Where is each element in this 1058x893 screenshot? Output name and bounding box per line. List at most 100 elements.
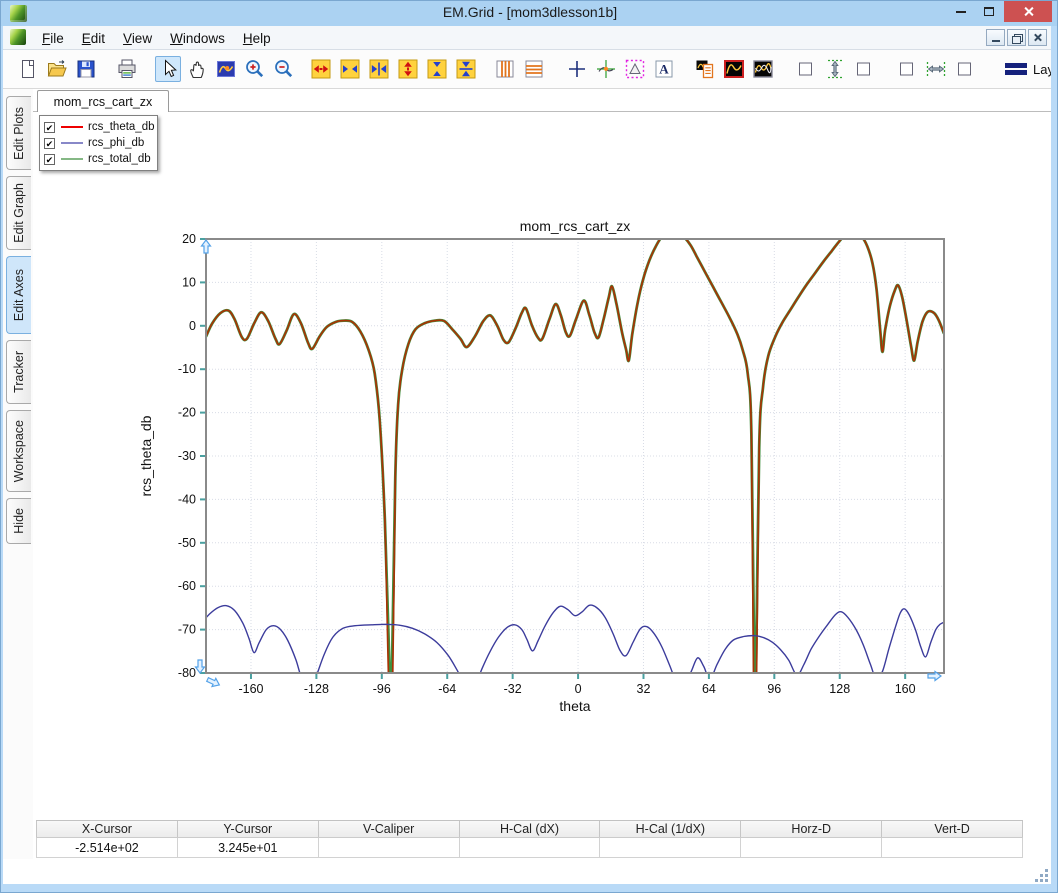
legend-panel: ✔rcs_theta_db✔rcs_phi_db✔rcs_total_db bbox=[39, 115, 158, 171]
vertical-grid-button[interactable] bbox=[492, 56, 518, 82]
legend-checkbox[interactable]: ✔ bbox=[44, 138, 55, 149]
sidebar-tab-edit-plots[interactable]: Edit Plots bbox=[6, 96, 31, 170]
crosshair-cursor-button[interactable] bbox=[564, 56, 590, 82]
window-maximize-button[interactable] bbox=[975, 1, 1003, 22]
v-expand-icon bbox=[396, 57, 420, 81]
child-close-button[interactable] bbox=[1028, 29, 1047, 46]
document-tab-label: mom_rcs_cart_zx bbox=[54, 95, 153, 109]
pan-tool-button[interactable] bbox=[184, 56, 210, 82]
h-in-icon bbox=[338, 57, 362, 81]
legend-line-sample bbox=[61, 126, 83, 128]
open-file-button[interactable] bbox=[44, 56, 70, 82]
sidebar-tab-hide[interactable]: Hide bbox=[6, 498, 31, 544]
cursor-icon bbox=[156, 57, 180, 81]
distribute-horizontal-button[interactable] bbox=[923, 56, 949, 82]
sidebar-tab-tracker[interactable]: Tracker bbox=[6, 340, 31, 404]
status-header-h-cal-dx-: H-Cal (dX) bbox=[460, 821, 601, 837]
compress-x-axis-button[interactable] bbox=[337, 56, 363, 82]
statusbar-headers: X-CursorY-CursorV-CaliperH-Cal (dX)H-Cal… bbox=[36, 820, 1023, 838]
v-mid-icon bbox=[454, 57, 478, 81]
open-icon bbox=[45, 57, 69, 81]
mdi-window-controls bbox=[986, 29, 1047, 46]
window-minimize-button[interactable] bbox=[947, 1, 975, 22]
status-value-x-cursor: -2.514e+02 bbox=[36, 838, 178, 858]
child-restore-button[interactable] bbox=[1007, 29, 1026, 46]
close-icon bbox=[1023, 6, 1034, 17]
sidebar-tab-label: Edit Graph bbox=[12, 183, 26, 243]
hdist-icon bbox=[924, 57, 948, 81]
menu-list: FileEditViewWindowsHelp bbox=[33, 26, 280, 50]
expand-x-axis-button[interactable] bbox=[308, 56, 334, 82]
menu-view[interactable]: View bbox=[114, 28, 161, 49]
textA-icon: A bbox=[652, 57, 676, 81]
save-icon bbox=[74, 57, 98, 81]
status-value-h-cal-dx- bbox=[460, 838, 601, 858]
plot-style-multi-button[interactable] bbox=[750, 56, 776, 82]
svg-text:A: A bbox=[659, 62, 669, 77]
status-value-y-cursor: 3.245e+01 bbox=[178, 838, 319, 858]
align-box-right-button[interactable] bbox=[851, 56, 877, 82]
zoom-window-tool-button[interactable] bbox=[213, 56, 239, 82]
layout-button[interactable]: Layout bbox=[999, 58, 1058, 80]
new-file-button[interactable] bbox=[15, 56, 41, 82]
sq-icon bbox=[852, 57, 876, 81]
expand-y-axis-button[interactable] bbox=[395, 56, 421, 82]
menu-edit[interactable]: Edit bbox=[73, 28, 114, 49]
horizontal-grid-button[interactable] bbox=[521, 56, 547, 82]
legend-checkbox[interactable]: ✔ bbox=[44, 122, 55, 133]
center-y-axis-button[interactable] bbox=[453, 56, 479, 82]
status-header-v-caliper: V-Caliper bbox=[319, 821, 460, 837]
menu-windows[interactable]: Windows bbox=[161, 28, 234, 49]
resize-grip[interactable] bbox=[1034, 868, 1048, 882]
app-window: EM.Grid - [mom3dlesson1b] FileEditViewWi… bbox=[0, 0, 1058, 893]
sidebar-tab-label: Hide bbox=[12, 508, 26, 534]
sidebar-tab-label: Tracker bbox=[12, 351, 26, 393]
menu-file[interactable]: File bbox=[33, 28, 73, 49]
align-box-left-button[interactable] bbox=[793, 56, 819, 82]
sineRed-icon bbox=[722, 57, 746, 81]
save-button[interactable] bbox=[73, 56, 99, 82]
sidebar-tab-workspace[interactable]: Workspace bbox=[6, 410, 31, 492]
legend-row: ✔rcs_phi_db bbox=[44, 135, 153, 151]
align-box-right2-button[interactable] bbox=[952, 56, 978, 82]
child-minimize-button[interactable] bbox=[986, 29, 1005, 46]
status-header-h-cal-1-dx-: H-Cal (1/dX) bbox=[600, 821, 741, 837]
sidebar-tab-edit-graph[interactable]: Edit Graph bbox=[6, 176, 31, 250]
legend-line-sample bbox=[61, 158, 83, 160]
window-close-button[interactable] bbox=[1004, 1, 1052, 22]
text-annotation-button[interactable]: A bbox=[651, 56, 677, 82]
print-button[interactable] bbox=[114, 56, 140, 82]
legend-label: rcs_total_db bbox=[88, 153, 151, 165]
sq-icon bbox=[895, 57, 919, 81]
h-mid-icon bbox=[367, 57, 391, 81]
plot-report-button[interactable] bbox=[692, 56, 718, 82]
select-tool-button[interactable] bbox=[155, 56, 181, 82]
titlebar: EM.Grid - [mom3dlesson1b] bbox=[1, 1, 1058, 26]
zoom-in-button[interactable] bbox=[242, 56, 268, 82]
zoom-out-button[interactable] bbox=[271, 56, 297, 82]
plot-style-single-button[interactable] bbox=[721, 56, 747, 82]
document-tab[interactable]: mom_rcs_cart_zx bbox=[37, 90, 169, 112]
tracker-cursor-button[interactable] bbox=[593, 56, 619, 82]
legend-row: ✔ rcs_total_db bbox=[44, 151, 153, 167]
status-value-horz-d bbox=[741, 838, 882, 858]
compress-y-axis-button[interactable] bbox=[424, 56, 450, 82]
distribute-vertical-button[interactable] bbox=[822, 56, 848, 82]
document-area: mom_rcs_cart_zx bbox=[33, 89, 1053, 859]
sidebar-tab-edit-axes[interactable]: Edit Axes bbox=[6, 256, 31, 334]
menu-help[interactable]: Help bbox=[234, 28, 280, 49]
legend-checkbox[interactable]: ✔ bbox=[44, 154, 55, 165]
window-title: EM.Grid - [mom3dlesson1b] bbox=[1, 4, 1058, 20]
legend-row: ✔ rcs_theta_db bbox=[44, 119, 153, 135]
sidebar-tab-label: Edit Axes bbox=[12, 269, 26, 321]
vbars-icon bbox=[493, 57, 517, 81]
menubar: FileEditViewWindowsHelp bbox=[3, 26, 1053, 50]
align-box-left2-button[interactable] bbox=[894, 56, 920, 82]
center-x-axis-button[interactable] bbox=[366, 56, 392, 82]
caliper-delta-button[interactable] bbox=[622, 56, 648, 82]
legend-label: rcs_theta_db bbox=[88, 121, 155, 133]
zoomin-icon bbox=[243, 57, 267, 81]
restore-icon bbox=[1012, 34, 1021, 42]
new-icon bbox=[16, 57, 40, 81]
status-header-vert-d: Vert-D bbox=[882, 821, 1023, 837]
